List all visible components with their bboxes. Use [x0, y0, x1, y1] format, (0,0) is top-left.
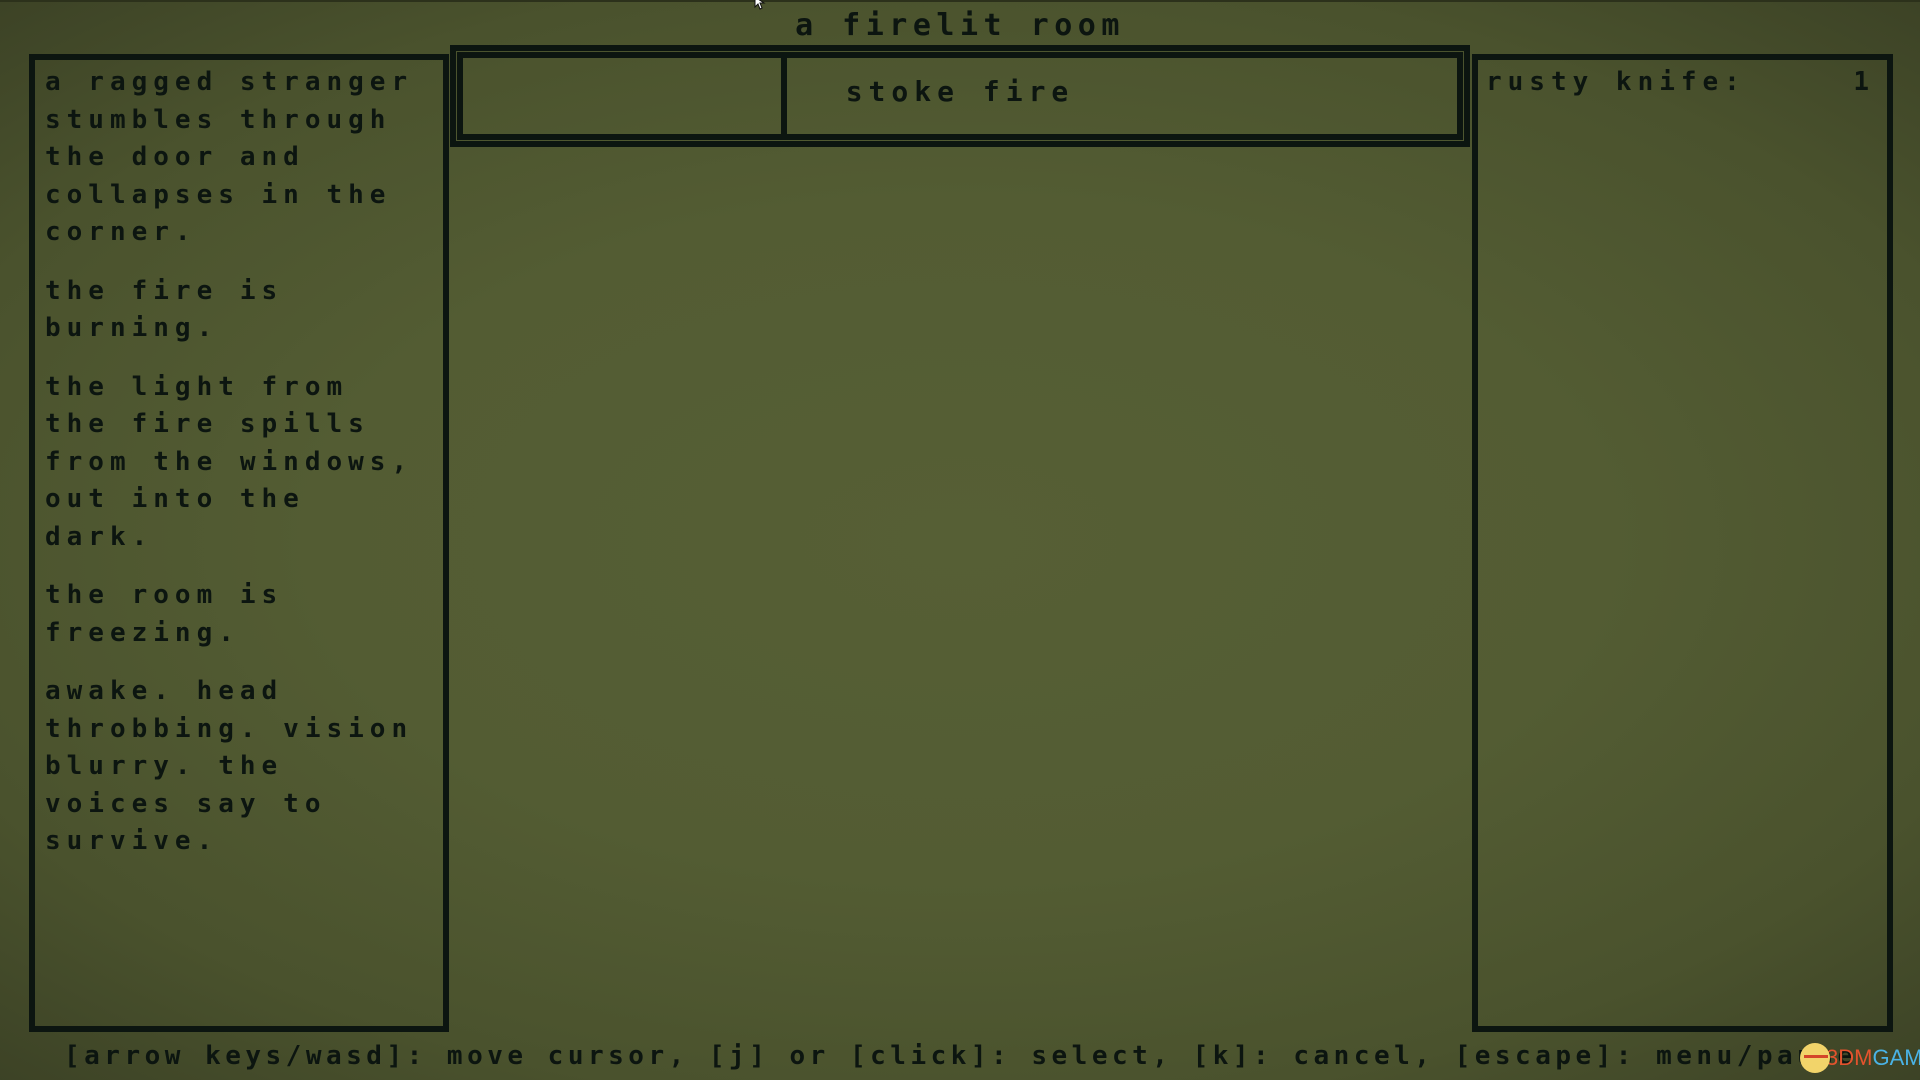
inventory-panel: rusty knife: 1	[1472, 54, 1893, 1032]
stoke-fire-label: stoke fire	[845, 75, 1075, 108]
message-log-panel: a ragged stranger stumbles through the d…	[29, 54, 449, 1032]
message-log: a ragged stranger stumbles through the d…	[45, 64, 437, 882]
inventory-item-count: 1	[1853, 67, 1875, 97]
game-screen: a firelit room a ragged stranger stumble…	[0, 0, 1920, 1080]
top-edge	[0, 0, 1920, 2]
inventory-item: rusty knife: 1	[1486, 62, 1875, 102]
log-entry: a ragged stranger stumbles through the d…	[45, 67, 414, 247]
watermark: 3DM GAME	[1800, 1043, 1920, 1073]
log-entry: the fire is burning.	[45, 275, 284, 344]
log-entry: awake. head throbbing. vision blurry. th…	[45, 676, 414, 856]
watermark-text-3dm: 3DM	[1826, 1045, 1873, 1070]
mouse-pointer-icon	[754, 0, 766, 10]
inventory-item-name: rusty knife:	[1486, 67, 1746, 97]
log-entry: the light from the fire spills from the …	[45, 371, 414, 552]
log-entry: the room is freezing.	[45, 580, 284, 648]
controls-hint: [arrow keys/wasd]: move cursor, [j] or […	[64, 1041, 1858, 1071]
watermark-text-game: GAME	[1872, 1045, 1920, 1070]
mascot-icon	[1800, 1043, 1830, 1073]
stoke-fire-button[interactable]: stoke fire	[457, 52, 1463, 140]
location-title: a firelit room	[795, 8, 1125, 43]
